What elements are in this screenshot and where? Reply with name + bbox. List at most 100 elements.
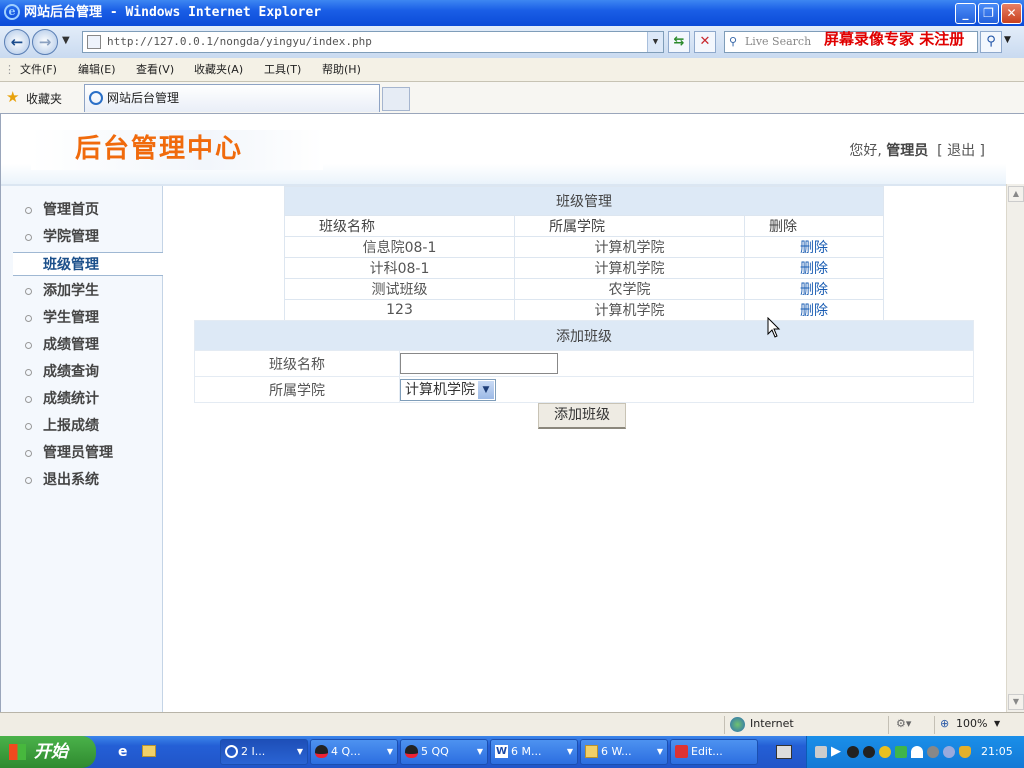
minimize-button[interactable]: _ xyxy=(955,3,976,24)
task-button-ie[interactable]: 2 I... ▼ xyxy=(220,739,308,765)
task-label: 6 M... xyxy=(511,745,542,758)
sidebar-item[interactable]: 管理首页 xyxy=(1,198,163,222)
task-label: Edit... xyxy=(691,745,723,758)
maximize-button[interactable]: ❐ xyxy=(978,3,999,24)
sidebar-item[interactable]: 添加学生 xyxy=(1,279,163,303)
sidebar-item[interactable]: 上报成绩 xyxy=(1,414,163,438)
bullet-icon xyxy=(25,450,32,457)
system-tray: ▶ 21:05 xyxy=(806,736,1024,768)
status-separator xyxy=(888,716,889,734)
qq-icon xyxy=(405,745,418,758)
stop-icon[interactable]: ✕ xyxy=(694,31,716,53)
table-row: 测试班级 农学院 删除 xyxy=(284,278,884,300)
history-dropdown-icon[interactable]: ▼ xyxy=(62,35,70,46)
window-title: 网站后台管理 - Windows Internet Explorer xyxy=(24,5,322,20)
cloud-icon[interactable] xyxy=(911,746,923,758)
sidebar-item-label: 成绩统计 xyxy=(43,391,99,407)
favorites-label[interactable]: 收藏夹 xyxy=(26,90,62,107)
sidebar-item[interactable]: 管理员管理 xyxy=(1,441,163,465)
class-name-cell: 信息院08-1 xyxy=(284,236,515,258)
add-class-caption: 添加班级 xyxy=(194,320,974,351)
delete-link[interactable]: 删除 xyxy=(744,236,884,258)
chevron-down-icon[interactable]: ▼ xyxy=(478,380,494,399)
close-window-button[interactable]: ✕ xyxy=(1001,3,1022,24)
play-icon[interactable]: ▶ xyxy=(831,736,841,768)
class-name-cell: 测试班级 xyxy=(284,278,515,300)
clock[interactable]: 21:05 xyxy=(981,736,1013,768)
update-icon[interactable] xyxy=(943,746,955,758)
class-name-cell: 计科08-1 xyxy=(284,257,515,279)
menu-favorites[interactable]: 收藏夹(A) xyxy=(194,58,243,82)
smiley-icon[interactable] xyxy=(879,746,891,758)
sidebar-item-label: 学院管理 xyxy=(43,229,99,245)
quicklaunch-ie-icon[interactable]: e xyxy=(118,744,128,760)
refresh-icon[interactable]: ⇆ xyxy=(668,31,690,53)
logout-link[interactable]: [ 退出 ] xyxy=(937,143,985,159)
start-label: 开始 xyxy=(34,742,68,762)
delete-link[interactable]: 删除 xyxy=(744,278,884,300)
task-button-qq-1[interactable]: 4 Q... ▼ xyxy=(310,739,398,765)
word-icon: W xyxy=(495,745,508,758)
sidebar-item[interactable]: 退出系统 xyxy=(1,468,163,492)
header-delete: 删除 xyxy=(744,215,884,237)
class-name-label: 班级名称 xyxy=(194,350,400,377)
recorder-watermark: 屏幕录像专家 未注册 xyxy=(824,30,965,48)
delete-link[interactable]: 删除 xyxy=(744,299,884,321)
url-dropdown-icon[interactable]: ▼ xyxy=(647,32,663,52)
menu-tools[interactable]: 工具(T) xyxy=(264,58,301,82)
status-separator xyxy=(934,716,935,734)
antivirus-icon[interactable] xyxy=(895,746,907,758)
class-name-cell: 123 xyxy=(284,299,515,321)
sidebar-item[interactable]: 班级管理 xyxy=(13,252,163,276)
quicklaunch-folder-icon[interactable] xyxy=(142,745,156,757)
bullet-icon xyxy=(25,369,32,376)
sidebar-item[interactable]: 学院管理 xyxy=(1,225,163,249)
menu-view[interactable]: 查看(V) xyxy=(136,58,174,82)
college-select[interactable]: 计算机学院 ▼ xyxy=(400,378,496,401)
sidebar-item[interactable]: 成绩查询 xyxy=(1,360,163,384)
add-class-button[interactable]: 添加班级 xyxy=(538,403,626,429)
sidebar-item[interactable]: 学生管理 xyxy=(1,306,163,330)
address-input[interactable]: http://127.0.0.1/nongda/yingyu/index.php… xyxy=(82,31,664,53)
start-button[interactable]: 开始 xyxy=(0,736,96,768)
protected-mode-icon[interactable]: ⚙▾ xyxy=(896,713,911,735)
page-icon xyxy=(87,35,101,49)
shield-icon[interactable] xyxy=(959,746,971,758)
sidebar-item-label: 添加学生 xyxy=(43,283,99,299)
qq-tray-icon[interactable] xyxy=(863,746,875,758)
class-name-input[interactable] xyxy=(400,353,558,374)
college-cell: 计算机学院 xyxy=(514,257,745,279)
zoom-icon[interactable]: ⊕ xyxy=(940,713,949,735)
task-button-qq-2[interactable]: 5 QQ ▼ xyxy=(400,739,488,765)
back-button[interactable]: ← xyxy=(4,29,30,55)
sidebar-item[interactable]: 成绩统计 xyxy=(1,387,163,411)
table-row: 计科08-1 计算机学院 删除 xyxy=(284,257,884,279)
task-button-folder[interactable]: 6 W... ▼ xyxy=(580,739,668,765)
favorites-star-icon[interactable]: ★ xyxy=(6,88,19,106)
search-go-icon[interactable]: ⚲ xyxy=(980,31,1002,53)
delete-link[interactable]: 删除 xyxy=(744,257,884,279)
keyboard-icon[interactable] xyxy=(776,745,792,759)
search-options-icon[interactable]: ▼ xyxy=(1004,35,1011,45)
browser-tab[interactable]: 网站后台管理 xyxy=(84,84,380,112)
menu-file[interactable]: 文件(F) xyxy=(20,58,57,82)
sidebar-item[interactable]: 成绩管理 xyxy=(1,333,163,357)
volume-icon[interactable] xyxy=(927,746,939,758)
forward-button[interactable]: → xyxy=(32,29,58,55)
zoom-dropdown-icon[interactable]: ▼ xyxy=(994,713,1000,735)
taskbar: 开始 e 2 I... ▼ 4 Q... ▼ 5 QQ ▼ W 6 M... ▼ 6 W… xyxy=(0,736,1024,768)
scroll-up-icon[interactable]: ▲ xyxy=(1008,186,1024,202)
task-button-word[interactable]: W 6 M... ▼ xyxy=(490,739,578,765)
task-menu-icon: ▼ xyxy=(566,747,573,756)
scroll-down-icon[interactable]: ▼ xyxy=(1008,694,1024,710)
task-button-editor[interactable]: Edit... xyxy=(670,739,758,765)
menu-help[interactable]: 帮助(H) xyxy=(322,58,361,82)
network-icon[interactable] xyxy=(815,746,827,758)
qq-tray-icon[interactable] xyxy=(847,746,859,758)
menu-edit[interactable]: 编辑(E) xyxy=(78,58,116,82)
college-label: 所属学院 xyxy=(194,376,400,403)
page-scrollbar[interactable]: ▲ ▼ xyxy=(1006,184,1024,712)
menu-bar: ⋮ 文件(F) 编辑(E) 查看(V) 收藏夹(A) 工具(T) 帮助(H) xyxy=(0,58,1024,82)
new-tab-button[interactable] xyxy=(382,87,410,111)
zoom-level[interactable]: 100% xyxy=(956,713,987,735)
